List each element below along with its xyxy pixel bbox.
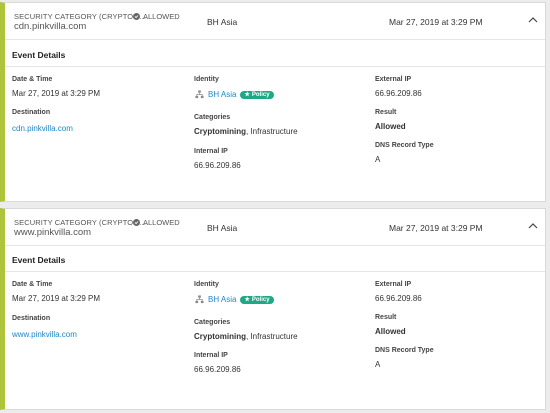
check-circle-icon [133, 219, 140, 226]
identity-row: BH Asia ★ Policy [195, 90, 274, 99]
security-category-label: SECURITY CATEGORY (CRYPTOM... [14, 12, 147, 21]
network-icon [195, 295, 204, 304]
identity-row: BH Asia ★ Policy [195, 295, 274, 304]
internal-ip-label: Internal IP [194, 352, 228, 359]
internal-ip-value: 66.96.209.86 [194, 365, 241, 374]
internal-ip-value: 66.96.209.86 [194, 161, 241, 170]
category-rest: , Infrastructure [246, 127, 298, 136]
result-label: Result [375, 109, 397, 116]
check-circle-icon [133, 13, 140, 20]
status-badge: ALLOWED [133, 218, 180, 227]
dns-value: A [375, 155, 381, 164]
section-title: Event Details [12, 255, 66, 265]
date-label: Date & Time [12, 281, 53, 288]
datetime-summary: Mar 27, 2019 at 3:29 PM [389, 223, 483, 233]
security-category-label: SECURITY CATEGORY (CRYPTOM... [14, 218, 147, 227]
section-title: Event Details [12, 50, 66, 60]
domain-name: www.pinkvilla.com [14, 227, 92, 238]
identity-link[interactable]: BH Asia [208, 90, 236, 99]
result-value: Allowed [375, 327, 406, 336]
policy-badge[interactable]: ★ Policy [240, 90, 274, 99]
chevron-up-icon[interactable] [527, 15, 539, 25]
category-primary: Cryptomining [194, 332, 246, 341]
date-value: Mar 27, 2019 at 3:29 PM [12, 294, 101, 303]
identity-summary: BH Asia [207, 223, 238, 233]
event-card-header[interactable]: SECURITY CATEGORY (CRYPTOM... ALLOWED ww… [5, 209, 545, 246]
destination-label: Destination [12, 315, 51, 322]
datetime-summary: Mar 27, 2019 at 3:29 PM [389, 17, 483, 27]
status-badge: ALLOWED [133, 12, 180, 21]
category-primary: Cryptomining [194, 127, 246, 136]
categories-value: Cryptomining, Infrastructure [194, 127, 298, 136]
destination-label: Destination [12, 109, 51, 116]
external-ip-value: 66.96.209.86 [375, 89, 422, 98]
identity-label: Identity [194, 281, 219, 288]
status-text: ALLOWED [143, 12, 180, 21]
categories-value: Cryptomining, Infrastructure [194, 332, 298, 341]
category-rest: , Infrastructure [246, 332, 298, 341]
star-icon: ★ [244, 296, 250, 303]
identity-label: Identity [194, 76, 219, 83]
categories-label: Categories [194, 319, 231, 326]
result-value: Allowed [375, 122, 406, 131]
chevron-up-icon[interactable] [527, 221, 539, 231]
internal-ip-label: Internal IP [194, 148, 228, 155]
policy-badge-label: Policy [251, 91, 270, 98]
dns-label: DNS Record Type [375, 347, 434, 354]
external-ip-label: External IP [375, 76, 412, 83]
star-icon: ★ [244, 91, 250, 98]
external-ip-label: External IP [375, 281, 412, 288]
date-value: Mar 27, 2019 at 3:29 PM [12, 89, 101, 98]
destination-link[interactable]: cdn.pinkvilla.com [12, 124, 73, 133]
date-label: Date & Time [12, 76, 53, 83]
domain-name: cdn.pinkvilla.com [14, 21, 87, 32]
dns-label: DNS Record Type [375, 142, 434, 149]
destination-link[interactable]: www.pinkvilla.com [12, 330, 77, 339]
status-text: ALLOWED [143, 218, 180, 227]
identity-link[interactable]: BH Asia [208, 295, 236, 304]
event-card: SECURITY CATEGORY (CRYPTOM... ALLOWED ww… [0, 208, 546, 410]
network-icon [195, 90, 204, 99]
divider [5, 66, 545, 67]
categories-label: Categories [194, 114, 231, 121]
dns-value: A [375, 360, 381, 369]
divider [5, 271, 545, 272]
event-card: SECURITY CATEGORY (CRYPTOM... ALLOWED cd… [0, 2, 546, 202]
result-label: Result [375, 314, 397, 321]
event-card-header[interactable]: SECURITY CATEGORY (CRYPTOM... ALLOWED cd… [5, 3, 545, 40]
identity-summary: BH Asia [207, 17, 238, 27]
policy-badge-label: Policy [251, 296, 270, 303]
external-ip-value: 66.96.209.86 [375, 294, 422, 303]
policy-badge[interactable]: ★ Policy [240, 295, 274, 304]
